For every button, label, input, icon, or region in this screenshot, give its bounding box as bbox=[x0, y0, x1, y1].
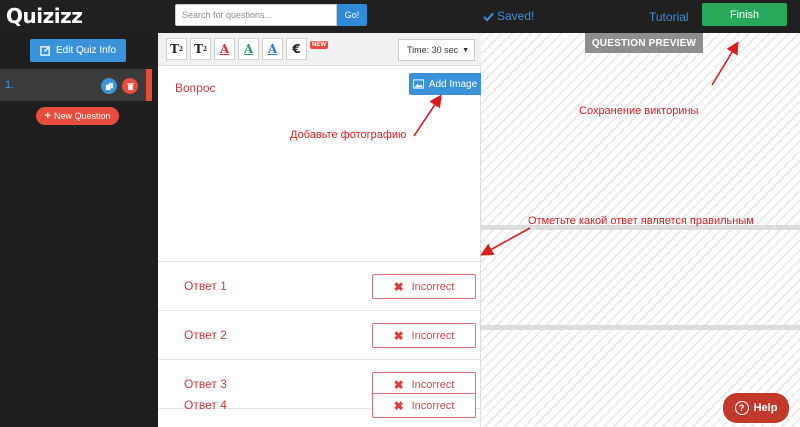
answer-status: Incorrect bbox=[411, 329, 455, 342]
annotation-save-quiz: Сохранение викторины bbox=[579, 105, 699, 117]
edit-quiz-info-label: Edit Quiz Info bbox=[55, 45, 117, 56]
time-select[interactable]: Time: 30 sec ▼ bbox=[398, 39, 475, 61]
superscript-glyph: T bbox=[169, 42, 179, 56]
question-preview-label: QUESTION PREVIEW bbox=[585, 33, 703, 53]
question-input-area[interactable]: Вопрос Add Image bbox=[158, 66, 481, 262]
quizizz-logo[interactable]: Quizizz bbox=[6, 4, 83, 28]
formatting-toolbar: T2 T2 A A A € NEW Time: 30 sec ▼ bbox=[158, 33, 481, 66]
new-question-button[interactable]: + New Question bbox=[36, 107, 119, 125]
edit-quiz-info-button[interactable]: Edit Quiz Info bbox=[30, 39, 126, 62]
question-text[interactable]: Вопрос bbox=[175, 81, 216, 95]
text-color-green-button[interactable]: A bbox=[238, 38, 259, 60]
add-image-button[interactable]: Add Image bbox=[409, 73, 481, 95]
x-icon: ✖ bbox=[393, 328, 404, 343]
question-preview-pane bbox=[481, 33, 800, 427]
answer-status: Incorrect bbox=[411, 399, 455, 412]
subscript-button[interactable]: T2 bbox=[190, 38, 211, 60]
time-select-value: Time: 30 sec bbox=[407, 45, 459, 55]
search-button[interactable]: Go! bbox=[337, 4, 367, 26]
text-color-red-button[interactable]: A bbox=[214, 38, 235, 60]
trash-icon bbox=[126, 82, 134, 90]
x-icon: ✖ bbox=[393, 398, 404, 413]
caret-down-icon: ▼ bbox=[462, 46, 469, 54]
top-bar: Quizizz Go! Saved! Tutorial Finish bbox=[0, 0, 800, 33]
annotation-add-photo: Добавьте фотографию bbox=[290, 129, 407, 141]
saved-status: Saved! bbox=[483, 9, 534, 23]
image-icon bbox=[412, 79, 424, 89]
superscript-button[interactable]: T2 bbox=[166, 38, 187, 60]
mark-correct-toggle[interactable]: ✖ Incorrect bbox=[372, 393, 476, 418]
answer-status: Incorrect bbox=[411, 280, 455, 293]
tutorial-link[interactable]: Tutorial bbox=[649, 10, 689, 24]
answer-text[interactable]: Ответ 2 bbox=[184, 328, 227, 342]
add-image-label: Add Image bbox=[428, 78, 478, 90]
search-input[interactable] bbox=[175, 4, 337, 26]
finish-button[interactable]: Finish bbox=[702, 3, 787, 26]
duplicate-question-button[interactable] bbox=[101, 78, 117, 94]
sidebar-question-item[interactable]: 1. bbox=[0, 69, 152, 101]
answer-text[interactable]: Ответ 1 bbox=[184, 279, 227, 293]
mark-correct-toggle[interactable]: ✖ Incorrect bbox=[372, 323, 476, 348]
answer-row: Ответ 2 ✖ Incorrect bbox=[158, 311, 481, 360]
check-icon bbox=[483, 12, 494, 22]
question-editor: T2 T2 A A A € NEW Time: 30 sec ▼ Вопрос … bbox=[158, 33, 481, 427]
question-sidebar: Edit Quiz Info 1. + New Question bbox=[0, 33, 158, 427]
help-label: Help bbox=[753, 402, 778, 414]
currency-button[interactable]: € bbox=[286, 38, 307, 60]
plus-icon: + bbox=[44, 110, 51, 122]
help-button[interactable]: ? Help bbox=[723, 393, 789, 423]
answer-row: Ответ 4 ✖ Incorrect bbox=[158, 379, 481, 425]
subscript-glyph: T bbox=[193, 42, 203, 56]
x-icon: ✖ bbox=[393, 279, 404, 294]
answer-text[interactable]: Ответ 4 bbox=[184, 398, 227, 412]
new-badge: NEW bbox=[310, 41, 328, 49]
delete-question-button[interactable] bbox=[122, 78, 138, 94]
annotation-mark-correct: Отметьте какой ответ является правильным bbox=[528, 215, 754, 227]
new-question-label: New Question bbox=[53, 111, 111, 121]
edit-icon bbox=[40, 45, 51, 56]
answer-row: Ответ 1 ✖ Incorrect bbox=[158, 262, 481, 311]
copy-icon bbox=[105, 82, 113, 90]
question-mark-icon: ? bbox=[734, 401, 749, 415]
question-number: 1. bbox=[5, 79, 15, 91]
preview-divider bbox=[481, 325, 800, 330]
text-color-blue-button[interactable]: A bbox=[262, 38, 283, 60]
saved-status-label: Saved! bbox=[497, 9, 535, 23]
active-question-marker bbox=[146, 69, 152, 101]
mark-correct-toggle[interactable]: ✖ Incorrect bbox=[372, 274, 476, 299]
